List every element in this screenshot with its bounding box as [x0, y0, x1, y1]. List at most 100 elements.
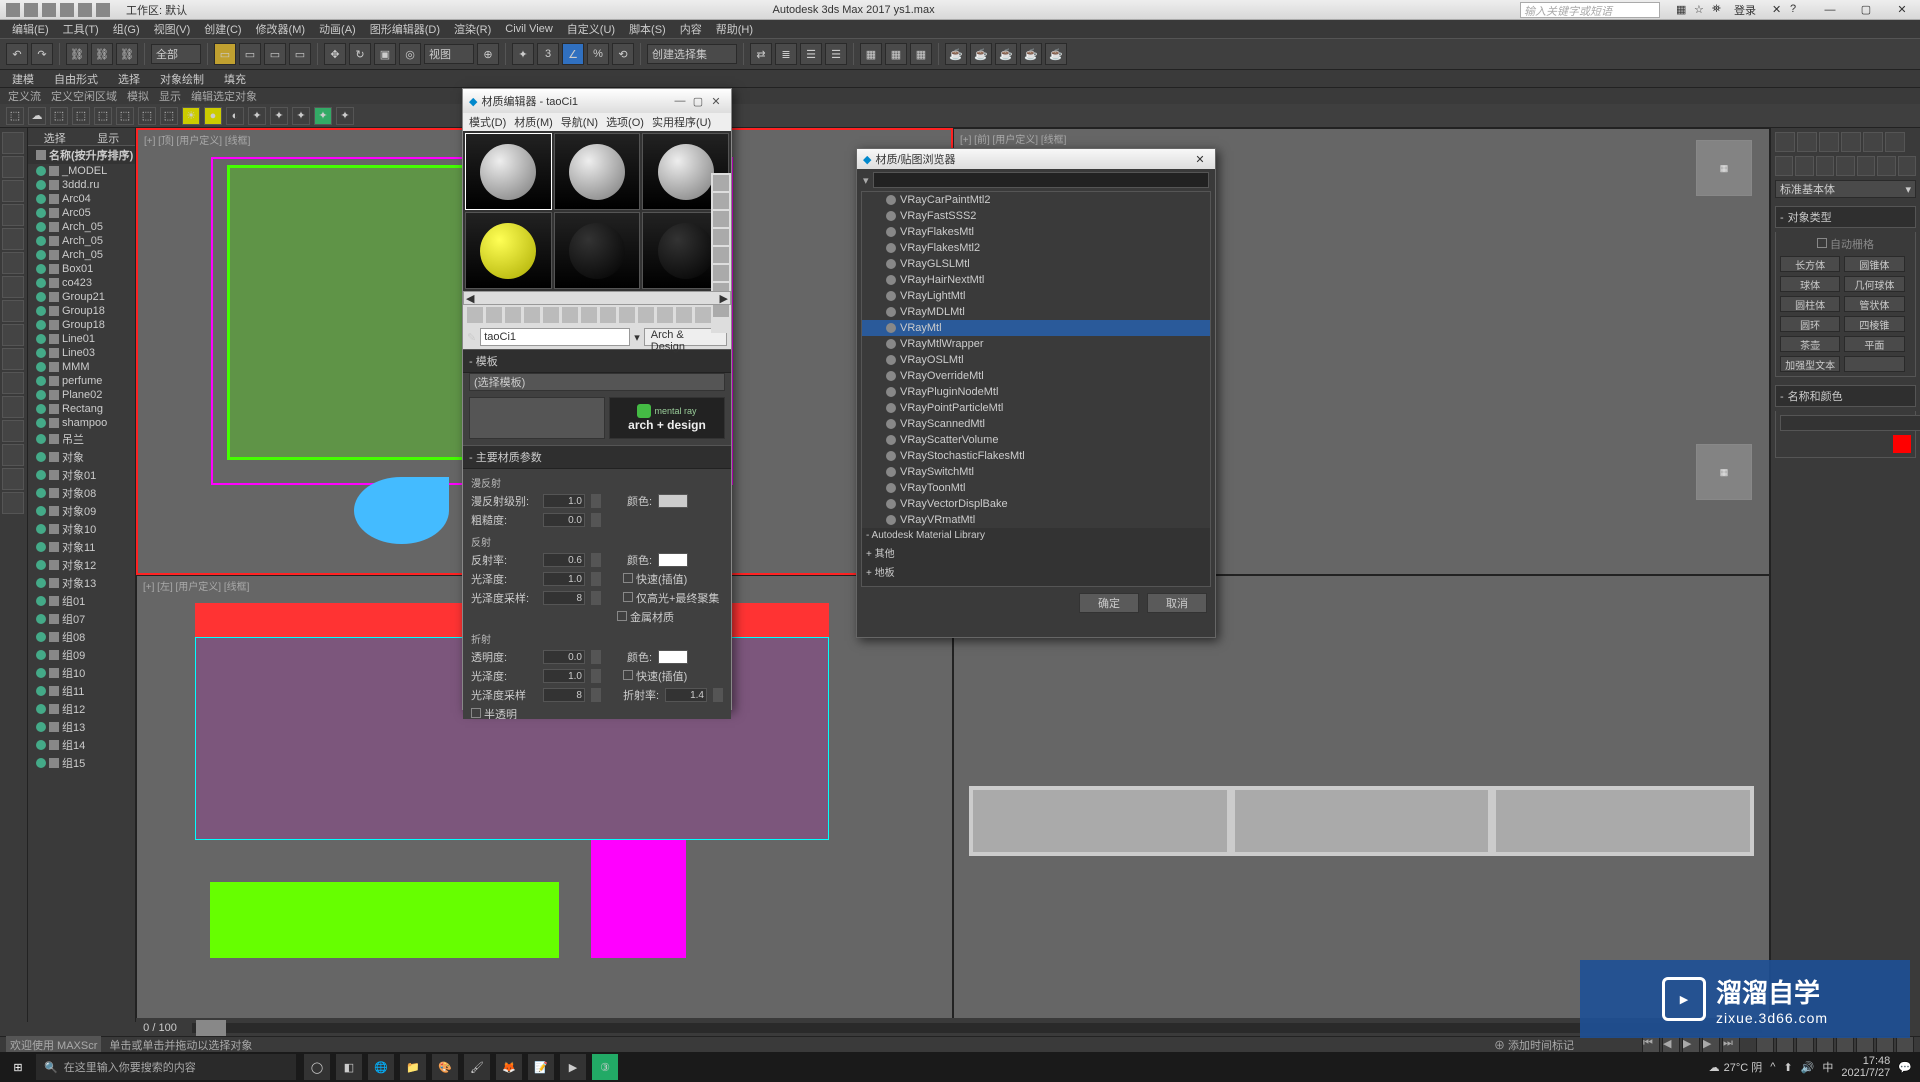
spinner-input[interactable]: 1.0 [543, 572, 585, 586]
app-icon[interactable]: 🖌 [464, 1054, 490, 1080]
zoom-all-button[interactable] [1776, 1036, 1794, 1054]
menu-item[interactable]: 内容 [674, 21, 708, 37]
task-view-icon[interactable]: ◯ [304, 1054, 330, 1080]
material-list-item[interactable]: VRayFlakesMtl [862, 224, 1210, 240]
visibility-icon[interactable] [36, 506, 46, 516]
helpers-icon[interactable] [1857, 156, 1875, 176]
redo-button[interactable]: ↷ [31, 43, 53, 65]
vp-tool-icon[interactable]: ☁ [28, 107, 46, 125]
visibility-icon[interactable] [36, 704, 46, 714]
primitive-button[interactable]: 加强型文本 [1780, 356, 1840, 372]
sample-slot[interactable] [465, 133, 552, 210]
material-list-item[interactable]: VRayPointParticleMtl [862, 400, 1210, 416]
mat-tool-icon[interactable] [524, 307, 540, 323]
menu-item[interactable]: 工具(T) [57, 21, 105, 37]
visibility-icon[interactable] [36, 376, 46, 386]
vp-tool-icon[interactable]: ⬚ [160, 107, 178, 125]
orbit-button[interactable] [1816, 1036, 1834, 1054]
info-icon[interactable]: ▦ [1676, 3, 1690, 17]
qat-icon[interactable] [96, 3, 110, 17]
color-swatch[interactable] [658, 553, 688, 567]
scene-item[interactable]: 组09 [28, 646, 135, 664]
side-tool-icon[interactable] [713, 211, 729, 227]
undo-button[interactable]: ↶ [6, 43, 28, 65]
placement-button[interactable]: ◎ [399, 43, 421, 65]
se-tool-icon[interactable] [2, 204, 24, 226]
scene-item[interactable]: Group21 [28, 290, 135, 304]
material-list-item[interactable]: VRayPluginNodeMtl [862, 384, 1210, 400]
taskbar-search[interactable]: 🔍在这里输入你要搜索的内容 [36, 1054, 296, 1080]
se-tool-icon[interactable] [2, 420, 24, 442]
menu-item[interactable]: 创建(C) [198, 21, 247, 37]
display-tab[interactable] [1863, 132, 1883, 152]
visibility-icon[interactable] [36, 488, 46, 498]
app-icon[interactable]: 🎨 [432, 1054, 458, 1080]
material-list-item[interactable]: VRayOverrideMtl [862, 368, 1210, 384]
primitive-button[interactable]: 圆锥体 [1844, 256, 1904, 272]
select-rect-icon[interactable]: ▭ [239, 43, 261, 65]
se-tool-icon[interactable] [2, 156, 24, 178]
help-icon[interactable]: ? [1790, 3, 1804, 17]
visibility-icon[interactable] [36, 418, 46, 428]
primitive-button[interactable]: 平面 [1844, 336, 1904, 352]
star-icon[interactable]: ☆ [1694, 3, 1708, 17]
se-tool-icon[interactable] [2, 300, 24, 322]
time-slider[interactable]: 0 / 100 [136, 1018, 1770, 1038]
rollout-templates[interactable]: - 模板 [463, 349, 731, 373]
color-swatch[interactable] [658, 494, 688, 508]
scene-item[interactable]: 3ddd.ru [28, 178, 135, 192]
vp-tool-icon[interactable]: ✦ [336, 107, 354, 125]
visibility-icon[interactable] [36, 686, 46, 696]
spacewarps-icon[interactable] [1877, 156, 1895, 176]
fov-button[interactable] [1856, 1036, 1874, 1054]
menu-item[interactable]: 编辑(E) [6, 21, 55, 37]
visibility-icon[interactable] [36, 434, 46, 444]
spinner-buttons[interactable] [591, 572, 601, 586]
cortana-icon[interactable]: ◧ [336, 1054, 362, 1080]
visibility-icon[interactable] [36, 306, 46, 316]
add-time-tag[interactable]: ⊕ 添加时间标记 [1494, 1037, 1574, 1053]
se-tool-icon[interactable] [2, 180, 24, 202]
scene-item[interactable]: MMM [28, 360, 135, 374]
visibility-icon[interactable] [36, 650, 46, 660]
select-button[interactable]: ▭ [214, 43, 236, 65]
material-list-item[interactable]: VRayCarPaintMtl2 [862, 192, 1210, 208]
curve-editor-button[interactable]: ▦ [860, 43, 882, 65]
template-dropdown[interactable]: (选择模板) [469, 373, 725, 391]
visibility-icon[interactable] [36, 348, 46, 358]
scene-item[interactable]: perfume [28, 374, 135, 388]
chk-metal[interactable]: 金属材质 [617, 609, 674, 625]
viewport-perspective[interactable]: [+] [透视] [用户定义] [默认明暗] [953, 575, 1770, 1022]
se-tool-icon[interactable] [2, 276, 24, 298]
ribbon-tab[interactable]: 建模 [12, 71, 34, 87]
side-tool-icon[interactable] [713, 193, 729, 209]
material-list-item[interactable]: VRayHairNextMtl [862, 272, 1210, 288]
scene-item[interactable]: 对象11 [28, 538, 135, 556]
visibility-icon[interactable] [36, 390, 46, 400]
primitive-button[interactable]: 长方体 [1780, 256, 1840, 272]
person-icon[interactable]: ⛯ [1712, 3, 1726, 17]
goto-end-button[interactable]: ⏭ [1722, 1036, 1740, 1054]
primitive-button[interactable]: 圆环 [1780, 316, 1840, 332]
spinner-input[interactable]: 1.0 [543, 669, 585, 683]
sample-slot[interactable] [554, 212, 641, 289]
bind-button[interactable]: ⛓ [116, 43, 138, 65]
material-list-item[interactable]: VRayFlakesMtl2 [862, 240, 1210, 256]
se-tool-icon[interactable] [2, 372, 24, 394]
scene-item[interactable]: 组11 [28, 682, 135, 700]
mat-tool-icon[interactable] [543, 307, 559, 323]
menu-item[interactable]: 修改器(M) [250, 21, 312, 37]
se-tool-icon[interactable] [2, 132, 24, 154]
se-tool-icon[interactable] [2, 444, 24, 466]
scene-item[interactable]: 组07 [28, 610, 135, 628]
dropdown-icon[interactable]: ▾ [863, 174, 869, 187]
visibility-icon[interactable] [36, 362, 46, 372]
hierarchy-tab[interactable] [1819, 132, 1839, 152]
schematic-button[interactable]: ▦ [885, 43, 907, 65]
visibility-icon[interactable] [36, 668, 46, 678]
color-swatch[interactable] [658, 650, 688, 664]
vp-tool-icon[interactable]: ⬚ [6, 107, 24, 125]
visibility-icon[interactable] [36, 758, 46, 768]
utilities-tab[interactable] [1885, 132, 1905, 152]
tray-chevron-icon[interactable]: ^ [1770, 1061, 1775, 1073]
